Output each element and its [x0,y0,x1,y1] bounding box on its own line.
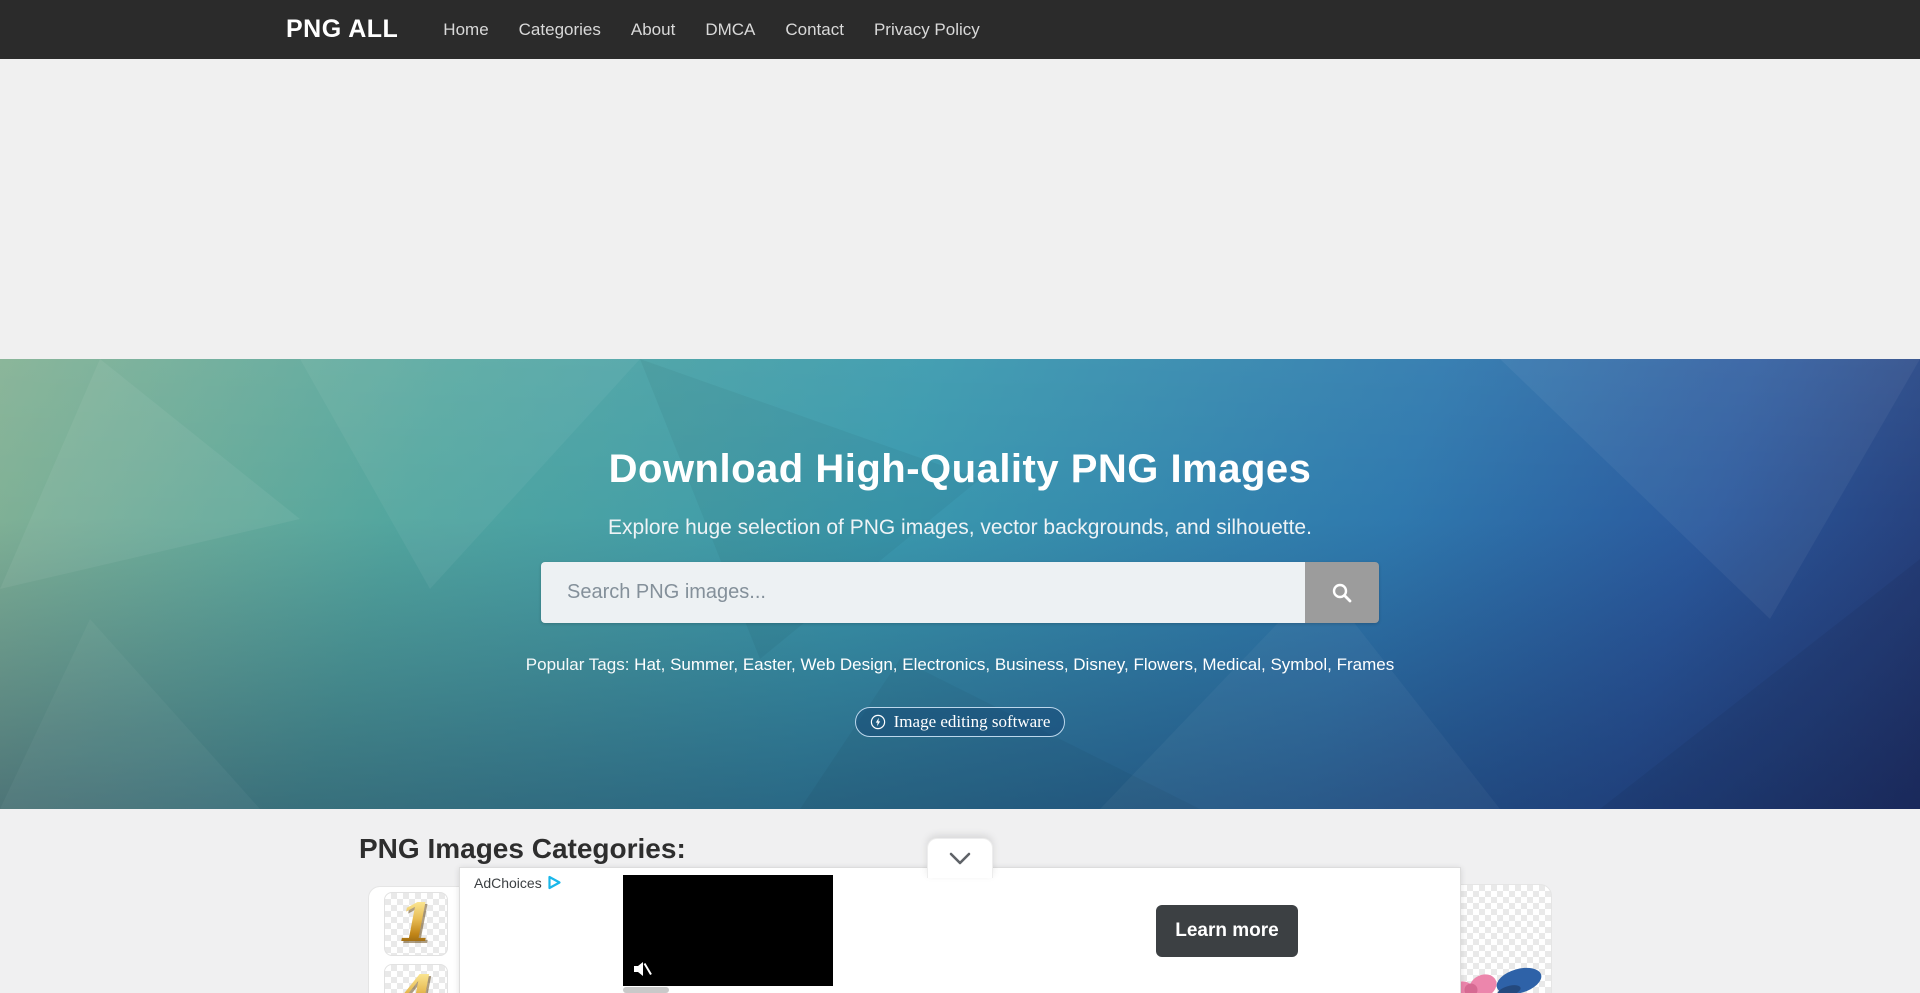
golden-number-1: 1 [398,898,434,950]
search-icon [1331,582,1353,604]
top-nav: PNG ALL HomeCategoriesAboutDMCAContactPr… [0,0,1920,59]
anchor-ad: AdChoices Learn more [459,867,1461,993]
hero-title: Download High-Quality PNG Images [0,359,1920,492]
popular-tags: Popular Tags: Hat, Summer, Easter, Web D… [0,655,1920,675]
tag-medical[interactable]: Medical [1202,655,1261,674]
page: PNG ALL HomeCategoriesAboutDMCAContactPr… [0,0,1920,993]
tag-electronics[interactable]: Electronics [902,655,985,674]
nav-item-categories[interactable]: Categories [504,20,616,40]
adchoices-link[interactable]: AdChoices [474,874,563,891]
hero-subtitle: Explore huge selection of PNG images, ve… [0,516,1920,540]
category-tile-number-4[interactable]: 4 [384,964,448,993]
nav-menu: HomeCategoriesAboutDMCAContactPrivacy Po… [428,20,994,40]
search-input[interactable] [541,562,1305,623]
tag-business[interactable]: Business [995,655,1064,674]
nav-item-privacy-policy[interactable]: Privacy Policy [859,20,995,40]
tag-summer[interactable]: Summer [670,655,733,674]
video-progress-bar [623,987,669,993]
adchoices-icon [546,874,563,891]
category-tile-number-1[interactable]: 1 [384,892,448,956]
tag-easter[interactable]: Easter [743,655,791,674]
categories-section: PNG Images Categories: 1 4 [0,809,1920,993]
categories-heading: PNG Images Categories: [359,833,686,865]
tag-web-design[interactable]: Web Design [801,655,893,674]
tag-flowers[interactable]: Flowers [1133,655,1193,674]
chevron-down-icon [945,851,975,867]
golden-number-4: 4 [398,970,434,993]
nav-item-home[interactable]: Home [428,20,503,40]
nav-item-contact[interactable]: Contact [770,20,859,40]
ad-video[interactable] [623,875,833,986]
search-button[interactable] [1305,562,1379,623]
tag-list: Hat, Summer, Easter, Web Design, Electro… [634,655,1394,674]
ad-pill-label: Image editing software [894,712,1051,732]
image-editing-software-ad[interactable]: Image editing software [855,707,1066,737]
top-ad-slot [0,59,1920,359]
tag-hat[interactable]: Hat [634,655,660,674]
ad-collapse-tab[interactable] [927,838,993,878]
hero-section: Download High-Quality PNG Images Explore… [0,359,1920,809]
learn-more-button[interactable]: Learn more [1156,905,1298,957]
popular-tags-label: Popular Tags: [526,655,630,674]
nav-item-dmca[interactable]: DMCA [690,20,770,40]
site-logo[interactable]: PNG ALL [286,15,398,44]
tag-disney[interactable]: Disney [1073,655,1124,674]
tag-symbol[interactable]: Symbol [1270,655,1327,674]
tag-frames[interactable]: Frames [1337,655,1395,674]
adchoices-label: AdChoices [474,875,542,891]
search-bar [541,562,1379,623]
muted-speaker-icon [632,959,652,979]
lightning-circle-icon [870,714,886,730]
nav-item-about[interactable]: About [616,20,690,40]
